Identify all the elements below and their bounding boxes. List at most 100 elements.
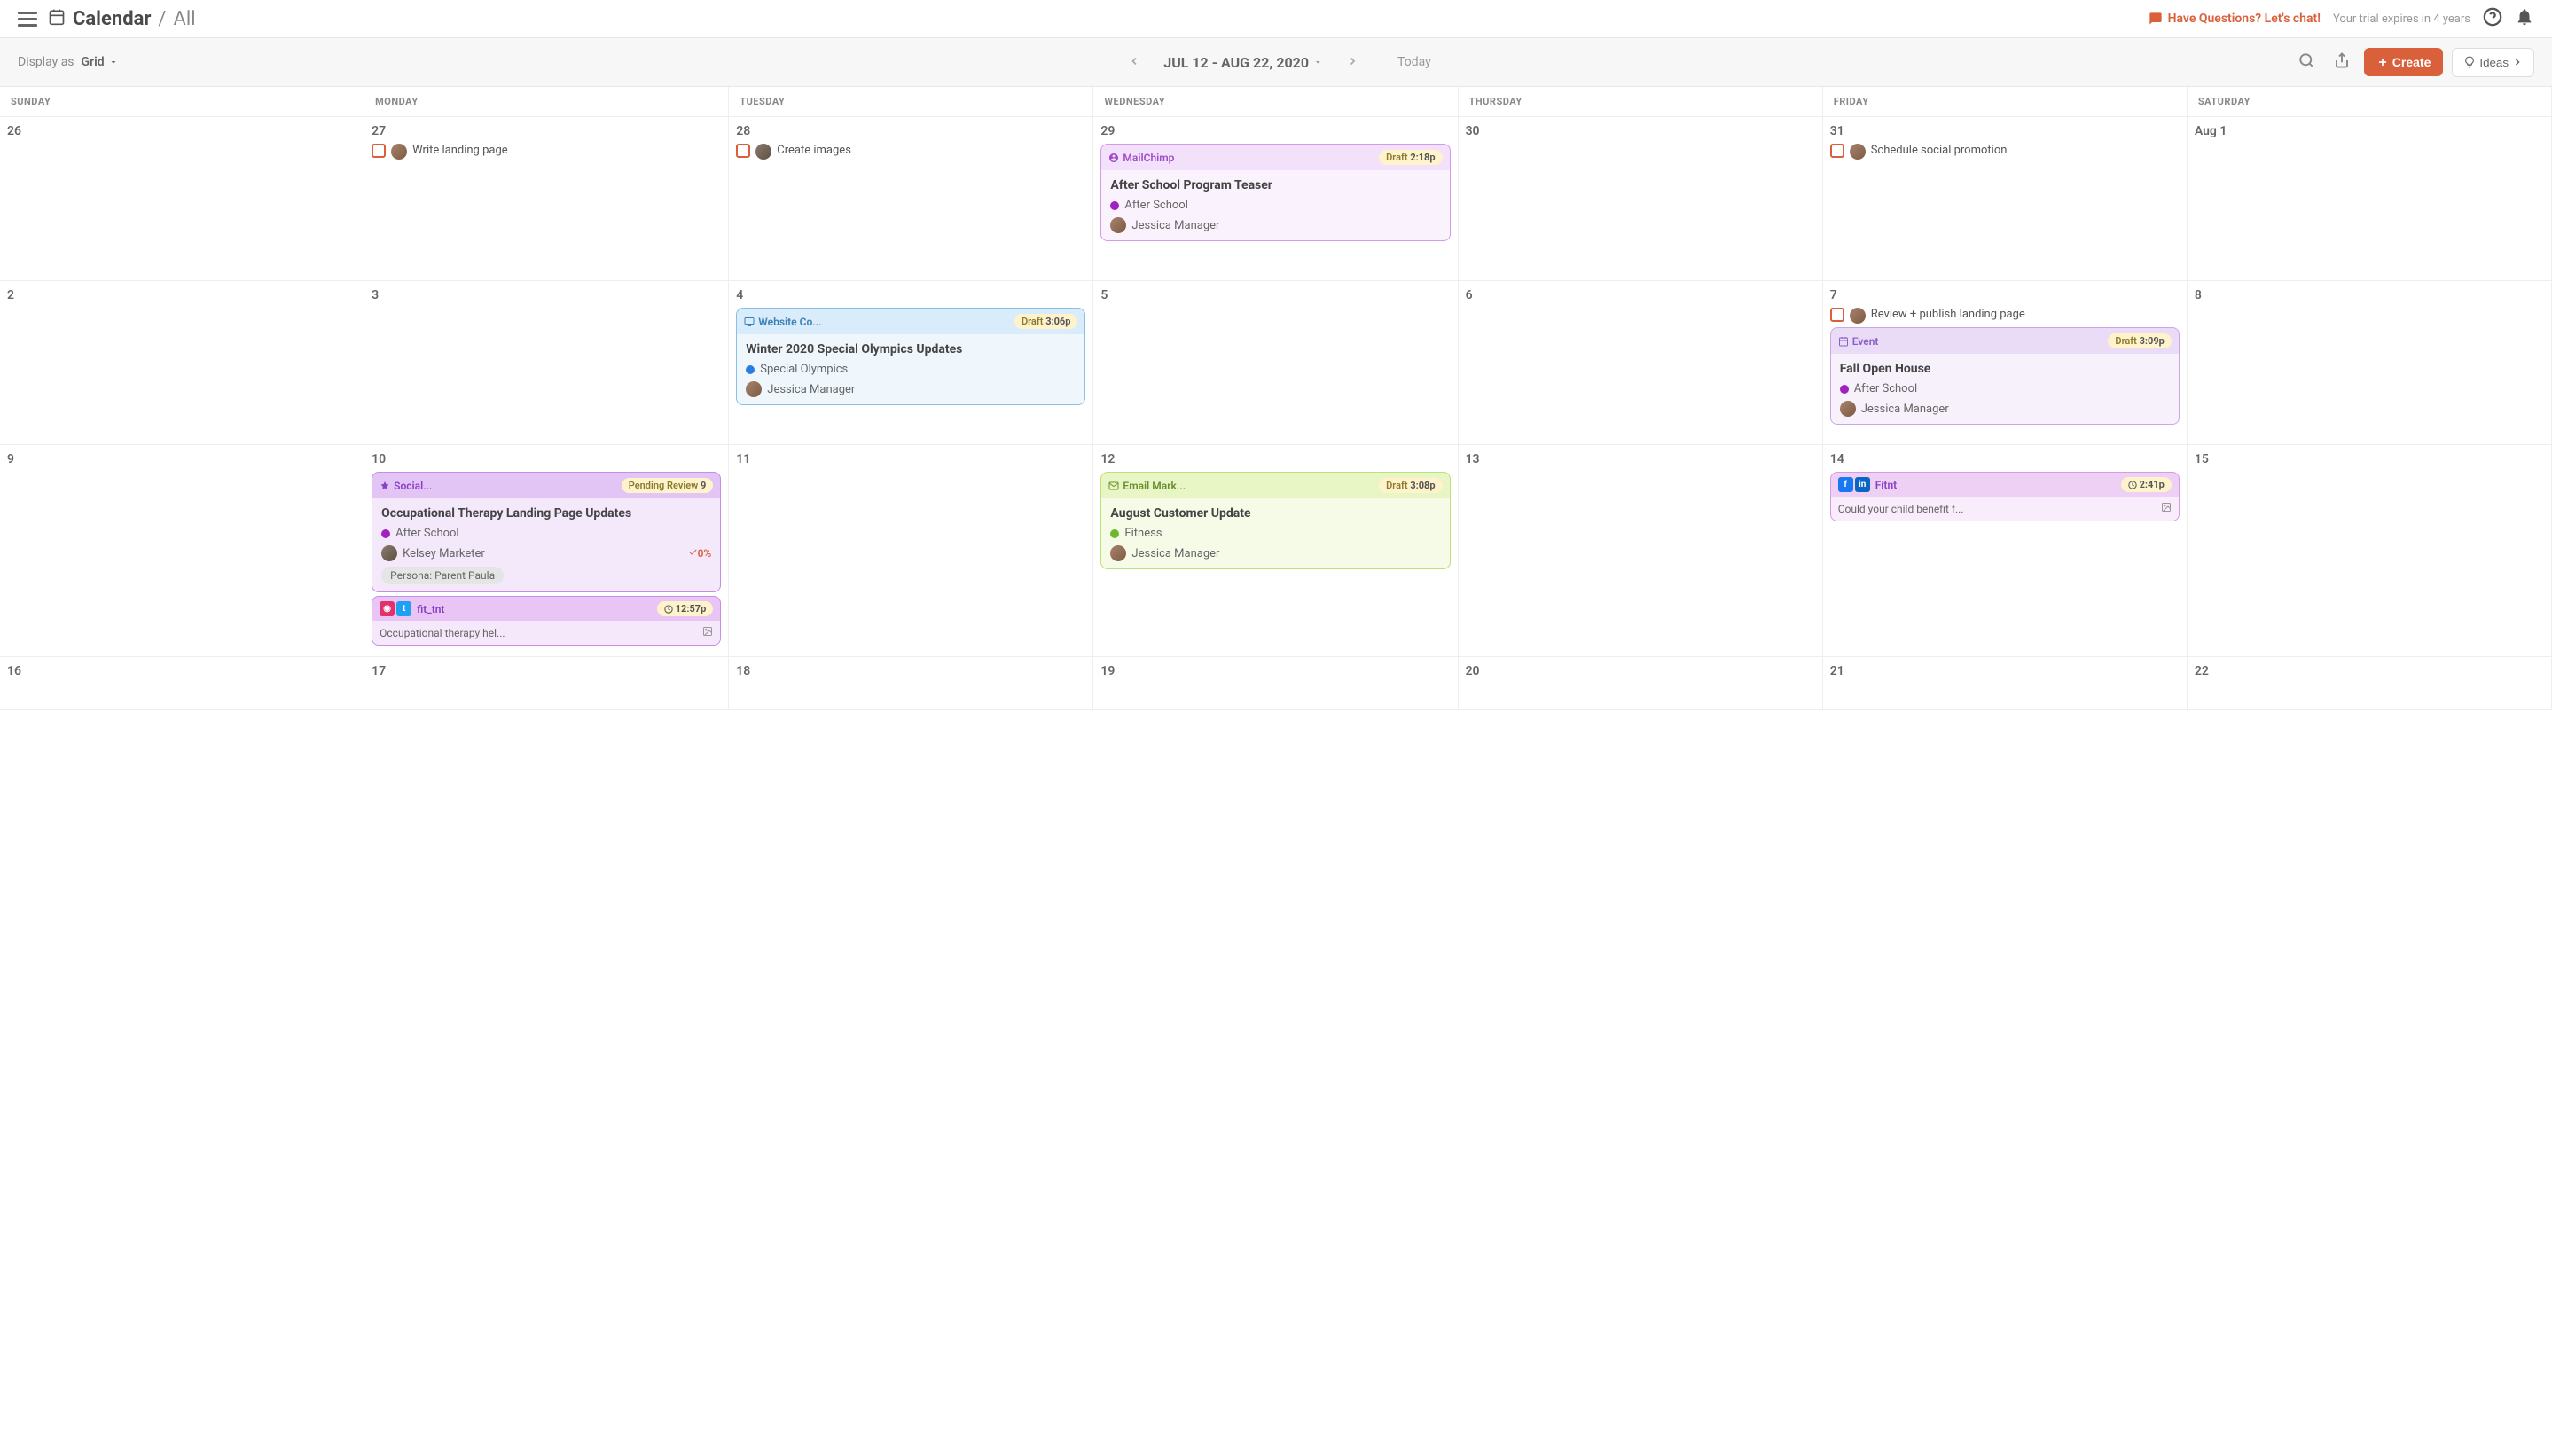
- search-icon[interactable]: [2293, 47, 2320, 77]
- task-item[interactable]: Review + publish landing page: [1830, 308, 2180, 324]
- day-cell[interactable]: 26: [0, 117, 364, 281]
- day-number: 22: [2195, 664, 2544, 678]
- day-cell[interactable]: 9: [0, 445, 364, 657]
- day-number: 10: [372, 452, 721, 466]
- day-header: THURSDAY: [1459, 87, 1823, 117]
- day-cell[interactable]: 16: [0, 657, 364, 710]
- checkbox[interactable]: [736, 144, 750, 158]
- day-cell[interactable]: 17: [364, 657, 729, 710]
- card-tag: Special Olympics: [746, 363, 1076, 376]
- day-number: 18: [736, 664, 1085, 678]
- avatar: [1850, 144, 1866, 160]
- day-cell[interactable]: 28 Create images: [729, 117, 1093, 281]
- day-cell[interactable]: 4 Website Co... Draft 3:06p Winter 2020 …: [729, 281, 1093, 445]
- date-range[interactable]: JUL 12 - AUG 22, 2020: [1163, 54, 1323, 71]
- social-name: Fitnt: [1875, 479, 1897, 491]
- status-pill: Draft 3:06p: [1014, 314, 1077, 329]
- day-number: 15: [2195, 452, 2544, 466]
- day-cell[interactable]: 12 Email Mark... Draft 3:08p August Cust…: [1093, 445, 1458, 657]
- content-card[interactable]: MailChimp Draft 2:18p After School Progr…: [1100, 144, 1450, 241]
- day-cell[interactable]: 5: [1093, 281, 1458, 445]
- content-card[interactable]: Website Co... Draft 3:06p Winter 2020 Sp…: [736, 308, 1085, 405]
- breadcrumb-current[interactable]: All: [174, 8, 196, 30]
- share-icon[interactable]: [2329, 47, 2355, 77]
- day-cell[interactable]: 19: [1093, 657, 1458, 710]
- content-card[interactable]: Event Draft 3:09p Fall Open House After …: [1830, 327, 2180, 425]
- day-cell[interactable]: 21: [1823, 657, 2188, 710]
- social-name: fit_tnt: [417, 603, 444, 615]
- day-cell[interactable]: 2: [0, 281, 364, 445]
- task-item[interactable]: Create images: [736, 144, 1085, 160]
- day-cell[interactable]: 8: [2188, 281, 2552, 445]
- checkbox[interactable]: [1830, 144, 1844, 158]
- content-card[interactable]: Email Mark... Draft 3:08p August Custome…: [1100, 472, 1450, 569]
- card-owner: Jessica Manager: [1110, 545, 1440, 561]
- day-cell[interactable]: Aug 1: [2188, 117, 2552, 281]
- day-cell[interactable]: 18: [729, 657, 1093, 710]
- card-tag: After School: [1840, 382, 2170, 395]
- day-cell[interactable]: 14 finFitnt 2:41p Could your child benef…: [1823, 445, 2188, 657]
- day-cell[interactable]: 13: [1459, 445, 1823, 657]
- day-header: MONDAY: [364, 87, 729, 117]
- card-tag: After School: [1110, 199, 1440, 212]
- day-cell[interactable]: 30: [1459, 117, 1823, 281]
- bell-icon[interactable]: [2515, 7, 2534, 30]
- day-number: 8: [2195, 288, 2544, 302]
- day-cell[interactable]: 27 Write landing page: [364, 117, 729, 281]
- chat-link[interactable]: Have Questions? Let's chat!: [2149, 12, 2321, 26]
- avatar: [391, 144, 407, 160]
- day-cell[interactable]: 11: [729, 445, 1093, 657]
- social-card[interactable]: ◉tfit_tnt 12:57p Occupational therapy he…: [372, 596, 721, 646]
- day-header: FRIDAY: [1823, 87, 2188, 117]
- card-title: August Customer Update: [1110, 505, 1440, 521]
- avatar: [755, 144, 771, 160]
- create-button[interactable]: Create: [2364, 48, 2444, 76]
- day-number: 5: [1100, 288, 1450, 302]
- time-pill: 2:41p: [2121, 477, 2172, 492]
- channel-label: MailChimp: [1123, 152, 1174, 164]
- day-number: 9: [7, 452, 356, 466]
- display-select[interactable]: Grid: [82, 55, 119, 69]
- day-cell[interactable]: 7 Review + publish landing page Event Dr…: [1823, 281, 2188, 445]
- status-pill: Draft 3:09p: [2108, 333, 2171, 348]
- chevron-down-icon: [1312, 57, 1323, 67]
- ideas-button[interactable]: Ideas: [2452, 48, 2534, 77]
- day-number: 17: [372, 664, 721, 678]
- day-cell[interactable]: 15: [2188, 445, 2552, 657]
- avatar: [746, 381, 762, 397]
- menu-icon[interactable]: [18, 8, 37, 30]
- day-cell[interactable]: 20: [1459, 657, 1823, 710]
- day-cell[interactable]: 29 MailChimp Draft 2:18p After School Pr…: [1093, 117, 1458, 281]
- task-item[interactable]: Write landing page: [372, 144, 721, 160]
- checkbox[interactable]: [372, 144, 386, 158]
- day-number: 21: [1830, 664, 2180, 678]
- day-cell[interactable]: 3: [364, 281, 729, 445]
- chevron-down-icon: [108, 57, 119, 67]
- prev-arrow[interactable]: [1121, 50, 1147, 75]
- day-number: 19: [1100, 664, 1450, 678]
- day-header: TUESDAY: [729, 87, 1093, 117]
- help-icon[interactable]: [2483, 7, 2502, 30]
- day-cell[interactable]: 10 Social... Pending Review 9 Occupation…: [364, 445, 729, 657]
- day-header: SATURDAY: [2188, 87, 2552, 117]
- task-item[interactable]: Schedule social promotion: [1830, 144, 2180, 160]
- day-cell[interactable]: 31 Schedule social promotion: [1823, 117, 2188, 281]
- social-header: ◉tfit_tnt 12:57p: [372, 597, 720, 621]
- next-arrow[interactable]: [1339, 50, 1366, 75]
- checkbox[interactable]: [1830, 308, 1844, 322]
- card-owner: Kelsey Marketer 0%: [381, 545, 711, 561]
- day-number: 28: [736, 124, 1085, 138]
- today-button[interactable]: Today: [1397, 55, 1431, 69]
- content-card[interactable]: Social... Pending Review 9 Occupational …: [372, 472, 721, 592]
- avatar: [1110, 545, 1126, 561]
- day-cell[interactable]: 22: [2188, 657, 2552, 710]
- social-body: Occupational therapy hel...: [372, 621, 720, 645]
- ln-icon: in: [1855, 477, 1870, 492]
- day-header: SUNDAY: [0, 87, 364, 117]
- social-card[interactable]: finFitnt 2:41p Could your child benefit …: [1830, 472, 2180, 521]
- avatar: [381, 545, 397, 561]
- social-body: Could your child benefit f...: [1831, 497, 2179, 521]
- day-number: 29: [1100, 124, 1450, 138]
- day-cell[interactable]: 6: [1459, 281, 1823, 445]
- day-number: 11: [736, 452, 1085, 466]
